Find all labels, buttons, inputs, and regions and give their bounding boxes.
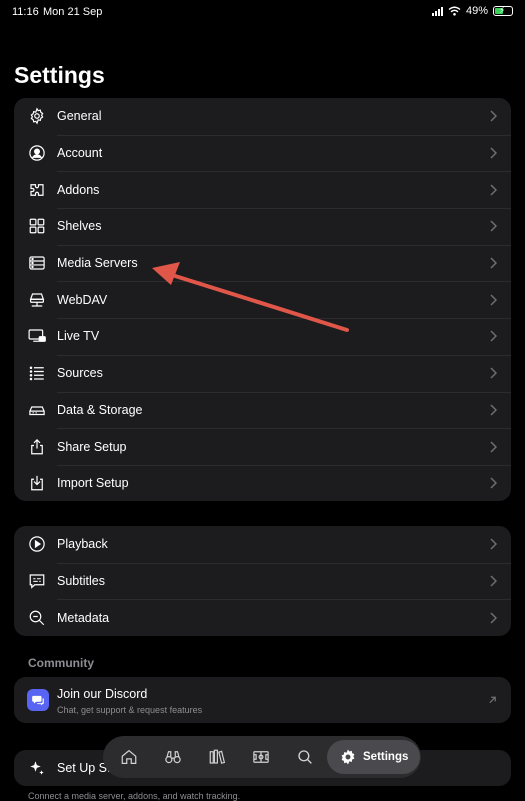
chevron-right-icon [490, 612, 497, 624]
settings-row-share-setup[interactable]: Share Setup [14, 428, 511, 465]
settings-group-main: General Account Addons Shelves Media Ser… [14, 98, 511, 501]
tab-bar: Settings [103, 736, 421, 778]
play-circle-icon [27, 534, 47, 554]
status-time: 11:16 [12, 6, 39, 18]
chevron-right-icon [490, 110, 497, 122]
settings-row-account[interactable]: Account [14, 134, 511, 172]
settings-row-media-servers[interactable]: Media Servers [14, 244, 511, 282]
share-icon [27, 437, 47, 457]
puzzle-icon [27, 180, 47, 200]
chevron-right-icon [490, 367, 497, 379]
settings-row-label: Metadata [57, 610, 110, 625]
chevron-right-icon [490, 220, 497, 232]
settings-row-label: Media Servers [57, 256, 138, 271]
library-icon [209, 749, 226, 764]
discord-subtitle: Chat, get support & request features [57, 705, 203, 715]
discord-title: Join our Discord [57, 687, 148, 701]
settings-row-label: Addons [57, 182, 100, 197]
settings-row-label: Data & Storage [57, 402, 143, 417]
tab-settings-label: Settings [363, 751, 409, 763]
chevron-right-icon [490, 330, 497, 342]
settings-row-label: WebDAV [57, 292, 108, 307]
battery-icon: ⚡ [493, 5, 513, 16]
chevron-right-icon [490, 257, 497, 269]
tab-home[interactable] [117, 740, 141, 774]
chevron-right-icon [490, 441, 497, 453]
settings-row-sources[interactable]: Sources [14, 354, 511, 392]
tab-settings[interactable]: Settings [327, 740, 421, 774]
person-circle-icon [27, 143, 47, 163]
gear-icon [27, 106, 47, 126]
chevron-right-icon [490, 477, 497, 489]
chevron-right-icon [490, 184, 497, 196]
chevron-right-icon [490, 294, 497, 306]
sports-field-icon [253, 751, 269, 763]
grid-icon [27, 216, 47, 236]
sparkles-icon [27, 758, 47, 778]
network-drive-icon [27, 290, 47, 310]
gear-icon [341, 749, 355, 765]
settings-row-playback[interactable]: Playback [14, 526, 511, 563]
cellular-signal-icon [431, 6, 443, 16]
tab-library[interactable] [205, 740, 229, 774]
settings-row-label: Sources [57, 366, 103, 381]
settings-row-metadata[interactable]: Metadata [14, 599, 511, 636]
status-indicators: 49% ⚡ [431, 5, 513, 17]
settings-row-import-setup[interactable]: Import Setup [14, 464, 511, 501]
wifi-icon [448, 6, 461, 16]
settings-row-label: Playback [57, 537, 108, 552]
settings-row-data-storage[interactable]: Data & Storage [14, 391, 511, 429]
import-icon [27, 473, 47, 493]
discord-row[interactable]: Join our Discord Chat, get support & req… [14, 677, 511, 723]
setup-label: Set Up St [57, 761, 111, 775]
settings-row-live-tv[interactable]: Live TV [14, 318, 511, 355]
battery-percentage: 49% [465, 5, 488, 17]
settings-row-shelves[interactable]: Shelves [14, 208, 511, 245]
subtitles-icon [27, 571, 47, 591]
settings-row-label: Account [57, 146, 103, 161]
tab-search[interactable] [293, 740, 317, 774]
list-icon [27, 363, 47, 383]
chevron-right-icon [490, 147, 497, 159]
settings-row-label: Live TV [57, 329, 100, 344]
settings-row-label: Shelves [57, 219, 102, 234]
settings-row-addons[interactable]: Addons [14, 171, 511, 208]
settings-row-label: General [57, 109, 102, 124]
binoculars-icon [165, 751, 181, 764]
settings-row-webdav[interactable]: WebDAV [14, 281, 511, 318]
page-title: Settings [14, 62, 105, 88]
external-link-arrow-icon [489, 696, 496, 704]
settings-row-general[interactable]: General [14, 98, 511, 135]
community-header: Community [28, 656, 94, 670]
chevron-right-icon [490, 575, 497, 587]
settings-row-subtitles[interactable]: Subtitles [14, 562, 511, 600]
drive-icon [27, 400, 47, 420]
settings-row-label: Share Setup [57, 439, 127, 454]
search-icon [298, 750, 312, 764]
magnifier-icon [27, 608, 47, 628]
chevron-right-icon [490, 538, 497, 550]
settings-row-label: Import Setup [57, 476, 129, 491]
tab-sports[interactable] [249, 740, 273, 774]
tab-discover[interactable] [161, 740, 185, 774]
status-bar: 11:16 Mon 21 Sep 49% ⚡ [0, 0, 525, 24]
settings-group-media: Playback Subtitles Metadata [14, 526, 511, 636]
status-date: Mon 21 Sep [43, 6, 103, 18]
chevron-right-icon [490, 404, 497, 416]
tv-icon [27, 326, 47, 346]
server-icon [27, 253, 47, 273]
discord-icon [27, 689, 49, 711]
settings-row-label: Subtitles [57, 574, 105, 589]
home-icon [121, 749, 137, 764]
community-group: Join our Discord Chat, get support & req… [14, 677, 511, 723]
